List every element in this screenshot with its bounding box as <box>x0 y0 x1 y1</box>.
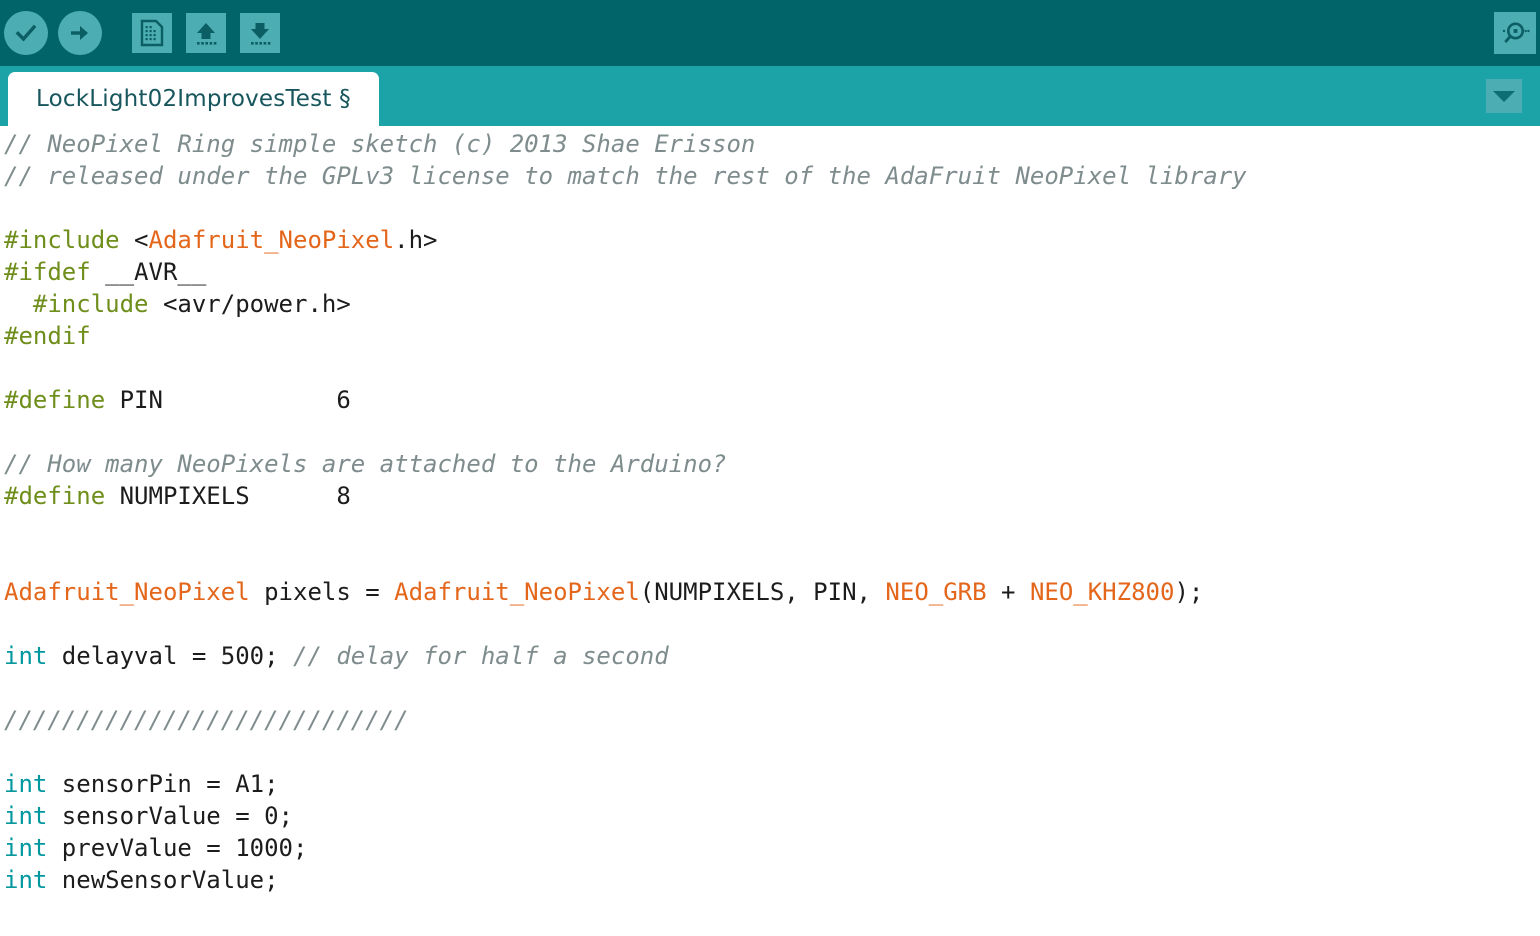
code-line: int newSensorValue; <box>4 864 1540 896</box>
new-sketch-button[interactable] <box>132 13 172 53</box>
code-line: // NeoPixel Ring simple sketch (c) 2013 … <box>4 128 1540 160</box>
code-line: // How many NeoPixels are attached to th… <box>4 448 1540 480</box>
verify-button[interactable] <box>4 11 48 55</box>
sketch-tab-active[interactable]: LockLight02ImprovesTest § <box>8 72 379 126</box>
chevron-down-icon <box>1493 90 1515 102</box>
open-button[interactable] <box>186 13 226 53</box>
code-token-comment: // delay for half a second <box>293 642 669 670</box>
code-token-lib: NEO_GRB <box>885 578 987 606</box>
arrow-right-icon <box>71 26 88 40</box>
checkmark-icon <box>15 24 37 42</box>
tab-menu-button[interactable] <box>1486 79 1522 113</box>
code-line: #endif <box>4 320 1540 352</box>
code-token-pre: #include <box>32 290 149 318</box>
code-line: int delayval = 500; // delay for half a … <box>4 640 1540 672</box>
upload-button[interactable] <box>58 11 102 55</box>
code-token-pre: #define <box>4 482 106 510</box>
code-token-kw: int <box>4 642 48 670</box>
code-line: #include <avr/power.h> <box>4 288 1540 320</box>
code-token-lib: Adafruit_NeoPixel <box>4 578 250 606</box>
code-token-plain: newSensorValue; <box>47 866 279 894</box>
code-token-pre: #define <box>4 386 106 414</box>
toolbar <box>0 0 1540 66</box>
sketch-tab-label: LockLight02ImprovesTest § <box>36 86 351 112</box>
code-token-comment: // NeoPixel Ring simple sketch (c) 2013 … <box>4 130 756 158</box>
code-token-comment: // How many NeoPixels are attached to th… <box>4 450 727 478</box>
code-token-pre: #endif <box>4 322 91 350</box>
code-token-kw: int <box>4 770 48 798</box>
magnifier-icon <box>1502 22 1530 43</box>
code-token-plain: NUMPIXELS 8 <box>105 482 351 510</box>
code-line: #ifdef __AVR__ <box>4 256 1540 288</box>
code-token-lib: NEO_KHZ800 <box>1029 578 1175 606</box>
code-token-plain: (NUMPIXELS, PIN, <box>639 578 886 606</box>
code-token-pre: #ifdef <box>4 258 91 286</box>
code-token-plain: prevValue = 1000; <box>47 834 308 862</box>
code-token-lib: Adafruit_NeoPixel <box>148 226 395 254</box>
document-icon <box>140 19 164 47</box>
code-token-plain: ); <box>1174 578 1204 606</box>
code-token-plain: delayval = 500; <box>47 642 293 670</box>
arrow-up-icon <box>197 23 217 45</box>
code-line: int prevValue = 1000; <box>4 832 1540 864</box>
tab-bar: LockLight02ImprovesTest § <box>0 66 1540 126</box>
code-token-comment: //////////////////////////// <box>4 706 409 734</box>
code-line: // released under the GPLv3 license to m… <box>4 160 1540 192</box>
code-token-plain: .h> <box>394 226 438 254</box>
code-line: #define PIN 6 <box>4 384 1540 416</box>
code-token-comment: // released under the GPLv3 license to m… <box>4 162 1247 190</box>
code-line: #define NUMPIXELS 8 <box>4 480 1540 512</box>
code-token-kw: int <box>4 866 48 894</box>
code-line: #include <Adafruit_NeoPixel.h> <box>4 224 1540 256</box>
save-button[interactable] <box>240 13 280 53</box>
code-token-plain: pixels = <box>249 578 395 606</box>
code-token-plain: PIN 6 <box>105 386 351 414</box>
code-editor[interactable]: // NeoPixel Ring simple sketch (c) 2013 … <box>0 126 1540 936</box>
code-token-kw: int <box>4 834 48 862</box>
code-token-plain: < <box>119 226 149 254</box>
code-token-plain: <avr/power.h> <box>148 290 351 318</box>
code-token-kw: int <box>4 802 48 830</box>
code-token-plain: sensorValue = 0; <box>47 802 293 830</box>
code-token-plain: + <box>986 578 1030 606</box>
code-token-plain: __AVR__ <box>90 258 207 286</box>
file-button-group <box>132 13 280 53</box>
serial-monitor-button[interactable] <box>1494 12 1536 54</box>
code-token-pre: #include <box>4 226 120 254</box>
code-line: int sensorValue = 0; <box>4 800 1540 832</box>
arrow-down-icon <box>251 23 271 45</box>
code-token-plain: sensorPin = A1; <box>47 770 279 798</box>
code-line: //////////////////////////// <box>4 704 1540 736</box>
code-line: Adafruit_NeoPixel pixels = Adafruit_NeoP… <box>4 576 1540 608</box>
code-line: int sensorPin = A1; <box>4 768 1540 800</box>
code-token-lib: Adafruit_NeoPixel <box>394 578 640 606</box>
